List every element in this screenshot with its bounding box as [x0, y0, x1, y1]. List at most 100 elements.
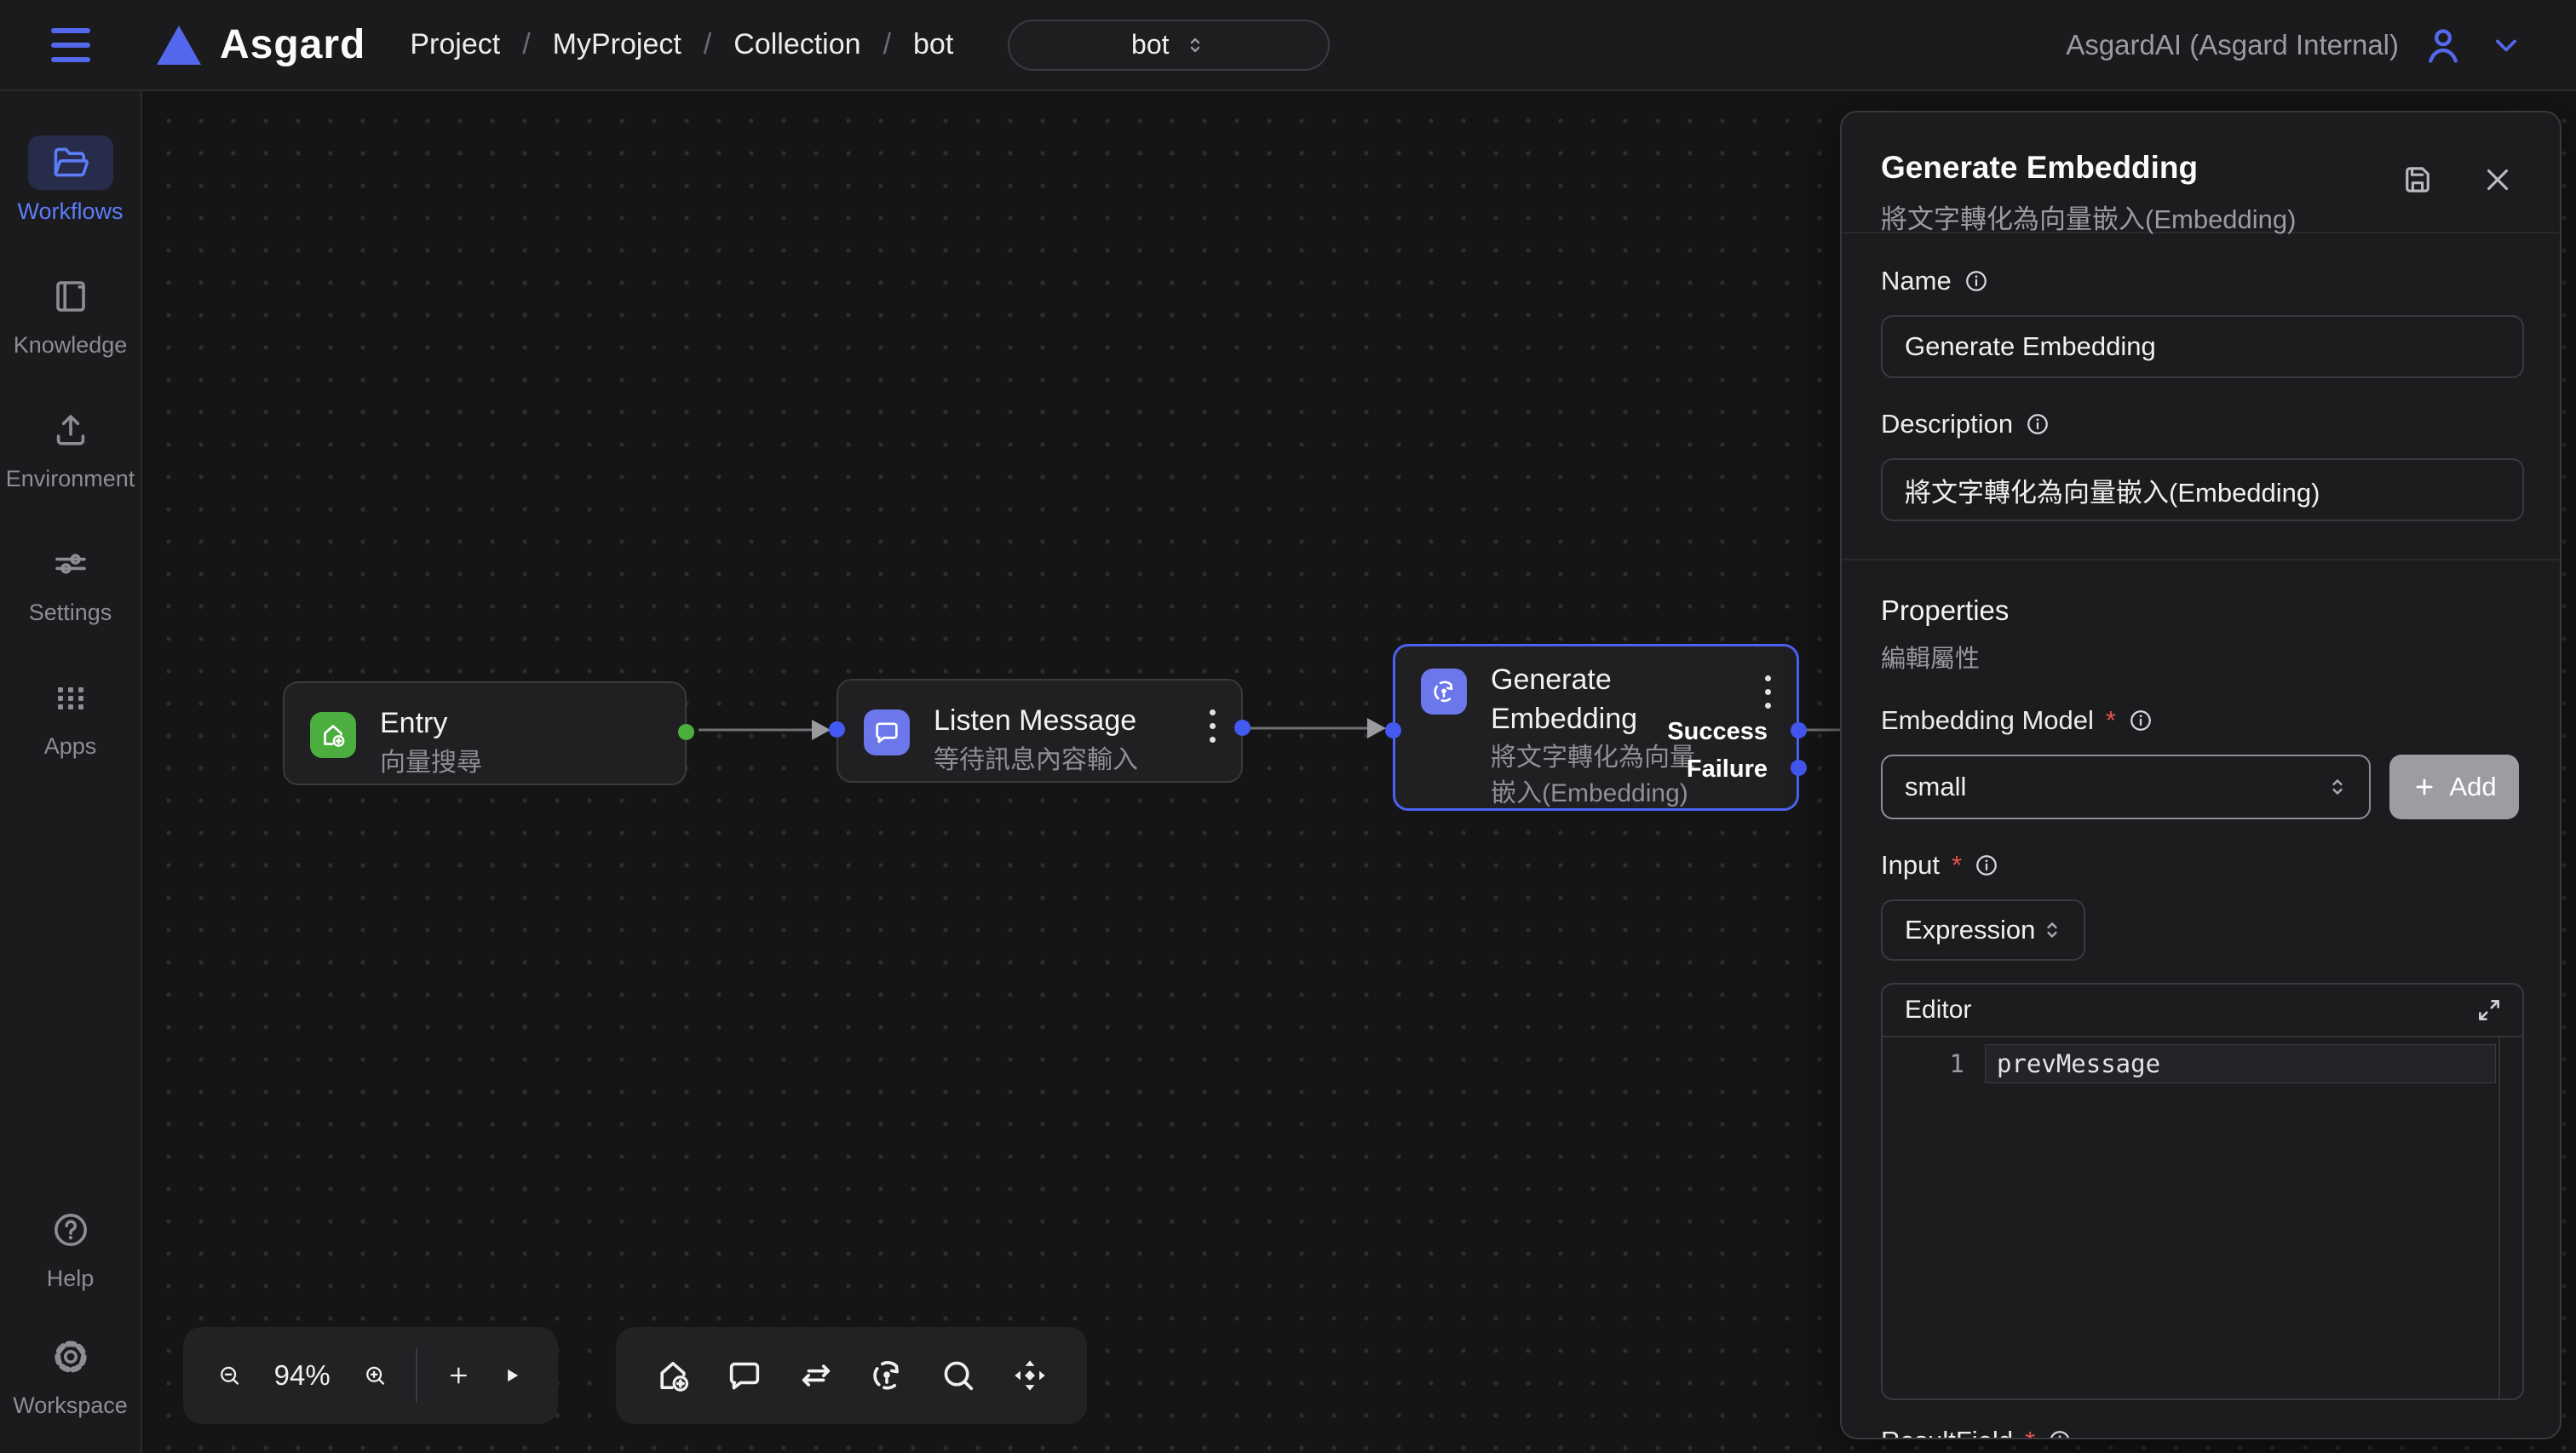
refresh-dot-icon [1429, 677, 1458, 706]
node-listen-message[interactable]: Listen Message 等待訊息內容輸入 [837, 679, 1243, 783]
transfer-arrows-icon[interactable] [796, 1356, 836, 1395]
info-icon[interactable] [2047, 1428, 2073, 1439]
sidebar-item-workflows[interactable]: Workflows [0, 135, 141, 225]
search-node-icon[interactable] [939, 1356, 978, 1395]
breadcrumb: Project / MyProject / Collection / bot [410, 28, 953, 61]
resultfield-label: ResultField * [1881, 1426, 2521, 1439]
expand-icon[interactable] [2475, 996, 2504, 1025]
left-sidebar: Workflows Knowledge Environment Settings [0, 91, 142, 1453]
user-icon[interactable] [2421, 23, 2465, 67]
sidebar-label: Environment [6, 466, 135, 492]
name-input[interactable] [1881, 315, 2524, 378]
node-entry[interactable]: Entry 向量搜尋 [283, 681, 687, 785]
node-menu-kebab-icon[interactable] [1206, 706, 1219, 746]
sidebar-label: Settings [29, 600, 112, 626]
breadcrumb-collection[interactable]: Collection [733, 28, 860, 61]
success-port-label: Success [1667, 718, 1768, 746]
gear-icon [50, 1336, 91, 1377]
embedding-failure-port[interactable] [1791, 760, 1807, 776]
zoom-out-icon[interactable] [217, 1356, 242, 1395]
sidebar-label: Knowledge [14, 332, 128, 359]
panel-divider [1842, 559, 2560, 560]
entry-home-plus-icon[interactable] [653, 1356, 693, 1395]
add-node-plus-icon[interactable] [446, 1356, 471, 1395]
sidebar-item-environment[interactable]: Environment [0, 403, 141, 492]
panel-header: Generate Embedding 將文字轉化為向量嵌入(Embedding) [1842, 112, 2560, 233]
node-subtitle: 向量搜尋 [380, 744, 482, 781]
expression-editor: Editor 1 prevMessage [1881, 983, 2524, 1400]
embedding-model-select[interactable]: small [1881, 755, 2371, 819]
sidebar-footer: Help Workspace [0, 1165, 141, 1419]
sidebar-item-knowledge[interactable]: Knowledge [0, 269, 141, 359]
name-field-label: Name [1881, 266, 2521, 296]
sidebar-label: Workspace [13, 1393, 128, 1419]
hamburger-menu-icon[interactable] [51, 28, 90, 62]
breadcrumb-project[interactable]: Project [410, 28, 500, 61]
entry-node-icon [310, 712, 356, 758]
breadcrumb-bot[interactable]: bot [913, 28, 953, 61]
account-chevron-down-icon[interactable] [2487, 26, 2525, 64]
run-play-icon[interactable] [499, 1356, 524, 1395]
sliders-icon [50, 543, 91, 584]
description-field-label: Description [1881, 409, 2521, 439]
help-icon [50, 1209, 91, 1250]
node-title: Listen Message [934, 701, 1136, 740]
save-icon[interactable] [2400, 162, 2435, 198]
chevron-updown-icon [2325, 774, 2350, 800]
editor-ruler [2498, 1037, 2500, 1398]
info-icon[interactable] [1964, 268, 1989, 294]
sidebar-item-help[interactable]: Help [0, 1203, 141, 1292]
top-navbar: Asgard Project / MyProject / Collection … [0, 0, 2576, 91]
workflow-select[interactable]: bot [1008, 20, 1330, 71]
info-icon[interactable] [2128, 708, 2153, 733]
entry-output-port[interactable] [678, 724, 694, 740]
sidebar-label: Workflows [17, 198, 123, 225]
add-model-button[interactable]: Add [2389, 755, 2519, 819]
required-asterisk: * [2025, 1426, 2035, 1439]
node-subtitle: 將文字轉化為向量嵌入(Embedding) [1491, 740, 1716, 812]
listen-input-port[interactable] [829, 721, 845, 738]
info-icon[interactable] [2025, 411, 2050, 437]
sidebar-label: Apps [44, 733, 97, 760]
listen-output-port[interactable] [1234, 720, 1251, 736]
apps-grid-icon [50, 677, 91, 718]
embedding-input-port[interactable] [1385, 722, 1401, 738]
zoom-in-icon[interactable] [363, 1356, 388, 1395]
description-input[interactable] [1881, 458, 2524, 521]
asgard-logo[interactable]: Asgard [157, 21, 365, 68]
panel-subtitle: 將文字轉化為向量嵌入(Embedding) [1881, 198, 2521, 236]
breadcrumb-separator: / [522, 28, 530, 61]
node-generate-embedding[interactable]: Generate Embedding 將文字轉化為向量嵌入(Embedding)… [1393, 644, 1799, 811]
editor-header: Editor [1883, 985, 2522, 1037]
message-node-icon[interactable] [725, 1356, 764, 1395]
toolbar-divider [416, 1348, 417, 1403]
editor-code-text[interactable]: prevMessage [1997, 1049, 2160, 1078]
book-icon [50, 276, 91, 317]
node-palette-toolbar [616, 1327, 1087, 1424]
properties-section-title: Properties [1881, 594, 2521, 627]
move-diamond-icon[interactable] [1010, 1356, 1049, 1395]
sidebar-item-apps[interactable]: Apps [0, 670, 141, 760]
upload-icon [50, 410, 91, 451]
add-button-label: Add [2449, 772, 2496, 802]
chat-bubble-icon [872, 718, 901, 747]
info-icon[interactable] [1974, 853, 1999, 878]
node-menu-kebab-icon[interactable] [1762, 672, 1774, 712]
account-label: AsgardAI (Asgard Internal) [2066, 29, 2399, 61]
embedding-model-value: small [1905, 772, 1966, 802]
close-icon[interactable] [2480, 162, 2516, 198]
input-type-select[interactable]: Expression [1881, 899, 2085, 961]
required-asterisk: * [1952, 850, 1962, 881]
navbar-right: AsgardAI (Asgard Internal) [2066, 23, 2525, 67]
sidebar-item-settings[interactable]: Settings [0, 537, 141, 626]
breadcrumb-separator: / [883, 28, 891, 61]
node-title: Entry [380, 704, 447, 743]
breadcrumb-myproject[interactable]: MyProject [553, 28, 681, 61]
required-asterisk: * [2106, 705, 2116, 736]
input-label-text: Input [1881, 850, 1940, 881]
editor-code-area[interactable]: 1 prevMessage [1883, 1037, 2522, 1398]
embedding-node-palette-icon[interactable] [867, 1356, 906, 1395]
sidebar-item-workspace[interactable]: Workspace [0, 1330, 141, 1419]
embedding-success-port[interactable] [1791, 722, 1807, 738]
properties-section-subtitle: 編輯屬性 [1881, 639, 2521, 675]
